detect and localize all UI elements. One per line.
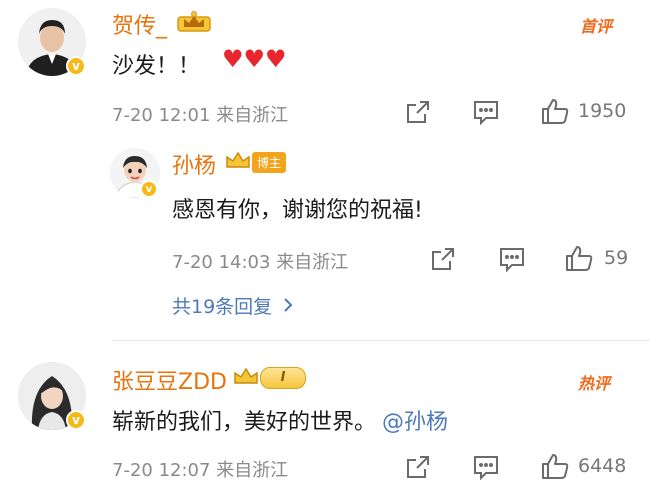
verified-badge-icon: v <box>66 56 86 76</box>
hearts: ♥♥♥ <box>222 47 287 71</box>
view-more-replies-link[interactable]: 共19条回复 <box>172 292 294 319</box>
chevron-right-icon <box>282 296 294 318</box>
comment-text: 崭新的我们，美好的世界。 @孙杨 <box>112 404 448 436</box>
comment-icon[interactable] <box>472 99 500 129</box>
level-label: I <box>260 367 306 389</box>
comment-meta: 7-20 12:01 来自浙江 <box>112 105 289 126</box>
crown-icon <box>176 9 212 33</box>
heart-icon: ♥ <box>222 45 244 73</box>
heart-icon: ♥ <box>265 45 287 73</box>
comment-text: 沙发！！ <box>112 48 200 80</box>
like-count: 1950 <box>578 100 627 122</box>
reply-text: 感恩有你，谢谢您的祝福! <box>172 198 423 223</box>
blogger-badge: 博主 <box>224 149 287 175</box>
comment-text-body: 崭新的我们，美好的世界。 <box>112 410 377 435</box>
crown-icon <box>232 365 260 391</box>
first-comment-tag: 首评 <box>580 17 613 36</box>
blogger-label: 博主 <box>252 151 287 173</box>
verified-badge-icon: v <box>140 180 158 198</box>
comment-icon[interactable] <box>472 454 500 484</box>
username-he-chuan[interactable]: 贺传_ <box>112 8 167 40</box>
like-count: 59 <box>604 247 629 269</box>
share-icon[interactable] <box>405 99 431 129</box>
mention-link[interactable]: @孙杨 <box>382 410 448 435</box>
share-icon[interactable] <box>430 246 456 276</box>
heart-icon: ♥ <box>243 45 266 73</box>
hot-comment-tag: 热评 <box>578 374 611 393</box>
crown-icon <box>224 149 252 175</box>
thumbs-up-icon[interactable] <box>540 97 570 129</box>
comment-icon[interactable] <box>498 246 526 276</box>
thumbs-up-icon[interactable] <box>564 244 594 276</box>
comment-meta: 7-20 12:07 来自浙江 <box>112 460 289 481</box>
verified-badge-icon: v <box>66 410 86 430</box>
divider <box>112 340 650 341</box>
comment-text-body: 沙发！！ <box>112 54 201 79</box>
thumbs-up-icon[interactable] <box>540 452 570 484</box>
username-zhang-doudou[interactable]: 张豆豆ZDD <box>112 364 227 396</box>
username-sun-yang[interactable]: 孙杨 <box>172 148 216 180</box>
share-icon[interactable] <box>405 454 431 484</box>
level-badge: I <box>232 365 306 391</box>
reply-meta: 7-20 14:03 来自浙江 <box>172 252 349 273</box>
view-more-replies-label[interactable]: 共19条回复 <box>172 296 272 318</box>
like-count: 6448 <box>578 455 627 477</box>
